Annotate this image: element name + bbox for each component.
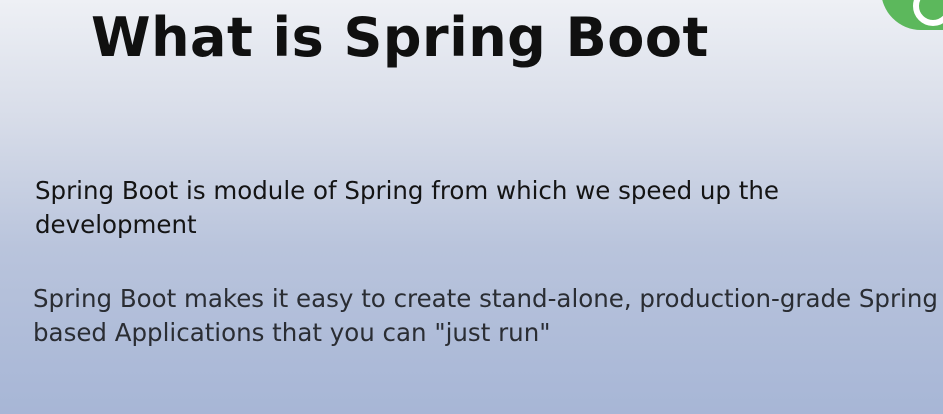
logo-ring-icon bbox=[913, 0, 943, 26]
slide-title: What is Spring Boot bbox=[91, 6, 709, 69]
slide: What is Spring Boot Spring Boot is modul… bbox=[0, 0, 943, 414]
description-paragraph: Spring Boot makes it easy to create stan… bbox=[33, 284, 938, 347]
definition-paragraph: Spring Boot is module of Spring from whi… bbox=[35, 176, 779, 239]
spring-logo-icon bbox=[881, 0, 943, 30]
